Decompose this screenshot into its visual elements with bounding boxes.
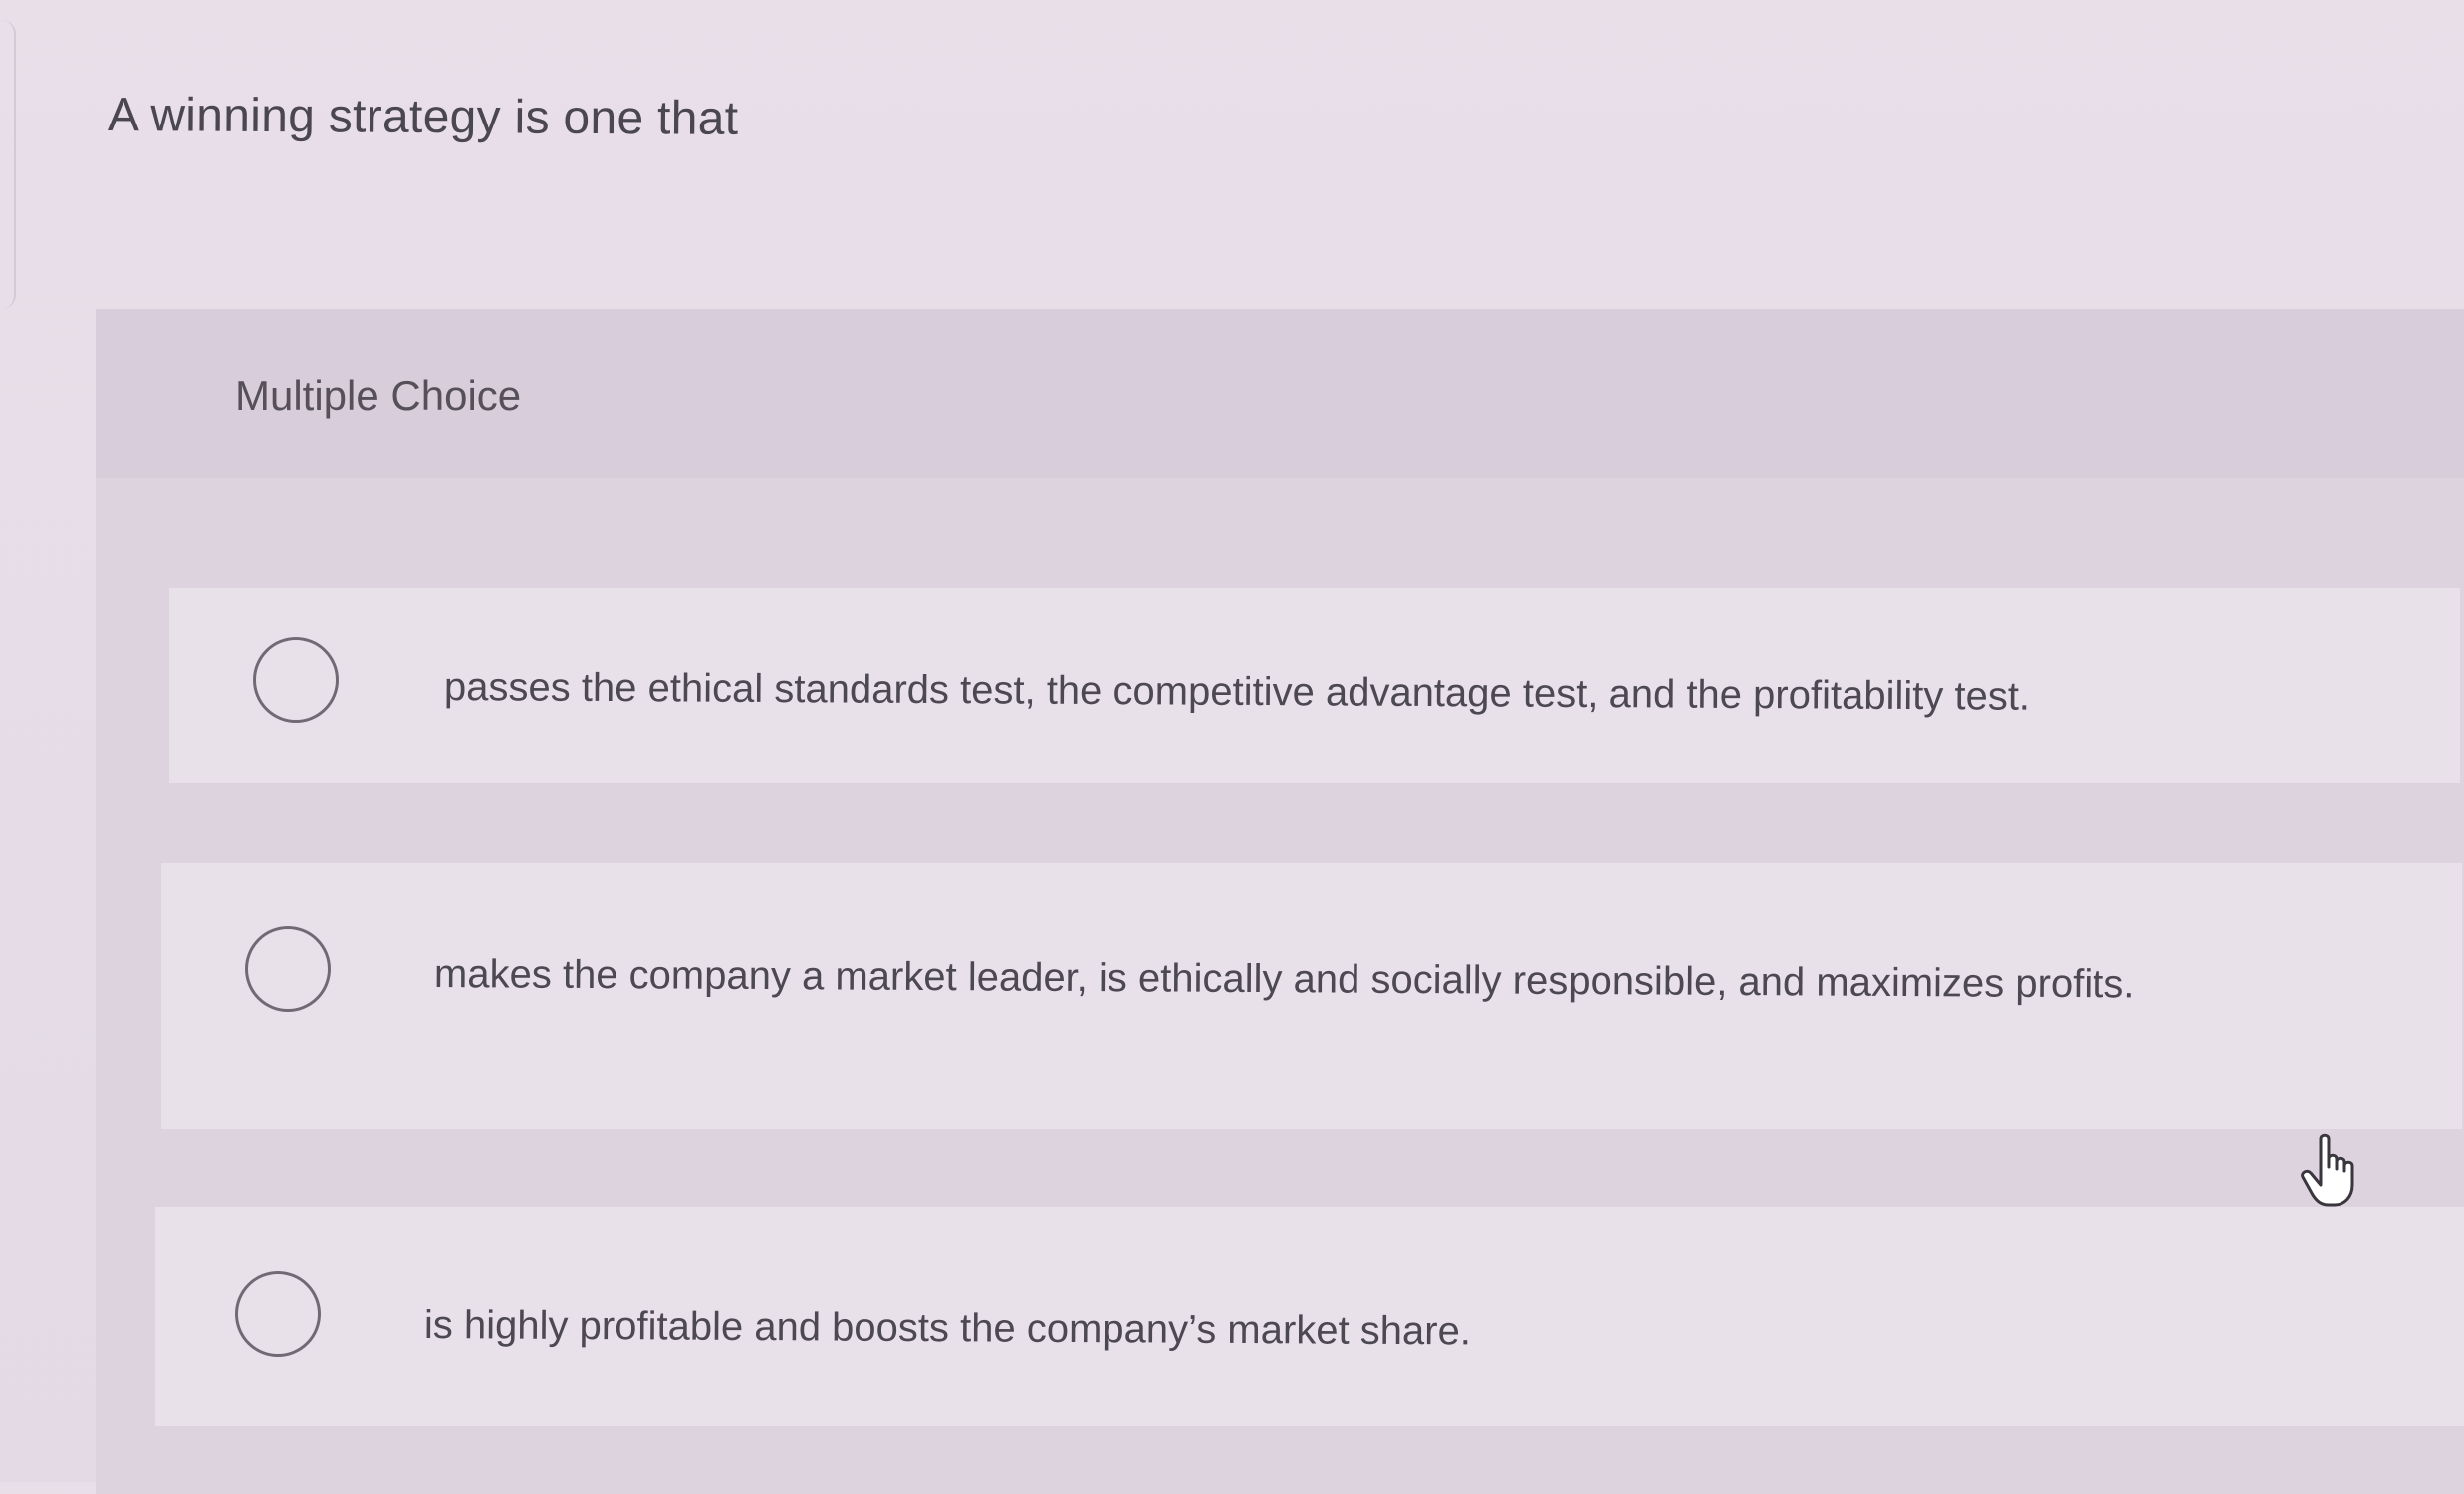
answer-option-label[interactable]: passes the ethical standards test, the c… <box>444 659 2030 725</box>
multiple-choice-header: Multiple Choice <box>96 309 2464 478</box>
question-prompt: A winning strategy is one that <box>107 89 739 145</box>
multiple-choice-title: Multiple Choice <box>235 373 522 419</box>
question-page: A winning strategy is one that Multiple … <box>0 0 2464 1494</box>
answer-option-label[interactable]: makes the company a market leader, is et… <box>434 946 2327 1014</box>
radio-button-unselected-icon[interactable] <box>245 926 331 1012</box>
answer-option-1[interactable]: passes the ethical standards test, the c… <box>169 588 2460 783</box>
answer-option-2[interactable]: makes the company a market leader, is et… <box>161 863 2462 1129</box>
hand-pointer-cursor-icon <box>2301 1133 2354 1207</box>
answer-option-3[interactable]: is highly profitable and boosts the comp… <box>155 1207 2464 1426</box>
answer-option-label[interactable]: is highly profitable and boosts the comp… <box>424 1297 1471 1359</box>
radio-button-unselected-icon[interactable] <box>235 1271 321 1357</box>
radio-button-unselected-icon[interactable] <box>253 637 339 723</box>
left-panel-edge <box>0 20 16 309</box>
